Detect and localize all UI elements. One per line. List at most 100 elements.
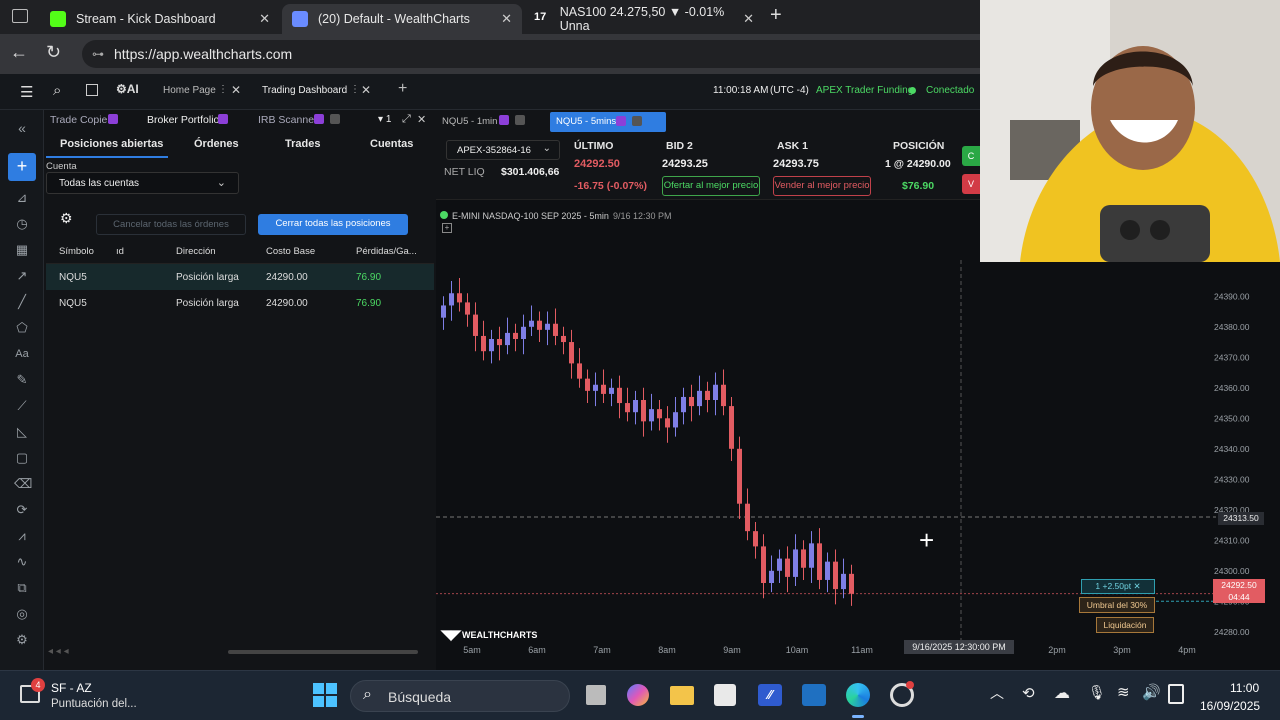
column-header[interactable]: Dirección [176, 246, 216, 257]
gear-icon[interactable]: ⚙ [60, 210, 73, 227]
square-icon[interactable]: ▢ [14, 450, 30, 466]
tab-accounts[interactable]: Cuentas [370, 138, 413, 150]
candle-body [585, 378, 590, 391]
battery-icon[interactable] [1168, 684, 1184, 704]
column-header[interactable]: Símbolo [59, 246, 94, 257]
indicator-icon[interactable]: ⩘ [14, 528, 30, 544]
account-select[interactable]: Todas las cuentas ⌄ [46, 172, 239, 194]
outlook-icon[interactable] [802, 684, 826, 706]
volume-icon[interactable]: 🔊 [1142, 683, 1161, 701]
path-icon[interactable]: ∿ [14, 554, 30, 570]
broker-account[interactable]: APEX Trader Funding [816, 85, 913, 96]
eraser-icon[interactable]: ⌫ [14, 476, 32, 492]
active-tab-indicator [46, 156, 168, 158]
wifi-icon[interactable]: ≋ [1117, 683, 1130, 701]
table-row[interactable]: NQU5 Posición larga 24290.00 76.90 [46, 264, 434, 290]
candle-body [801, 549, 806, 568]
tab-trading-dashboard[interactable]: Trading Dashboard [262, 85, 347, 96]
cloud-icon[interactable]: ☁ [1054, 683, 1070, 703]
chart-icon[interactable]: ⊿ [14, 190, 30, 206]
pencil-icon[interactable]: ✎ [14, 372, 30, 388]
tab-broker-portfolio[interactable]: Broker Portfolio [147, 114, 219, 126]
wealthcharts-logo-icon: ◥◤ [441, 627, 461, 642]
tab-title: Stream - Kick Dashboard [76, 12, 216, 26]
windows-start-icon[interactable] [313, 683, 337, 707]
expand-icon[interactable]: ⤢ [402, 113, 411, 126]
shape-tool-icon[interactable]: ⬠ [14, 320, 30, 336]
tab-trade-copier[interactable]: Trade Copier [50, 114, 111, 126]
target-icon[interactable]: ◎ [14, 606, 30, 622]
chevron-up-icon[interactable]: ︿ [990, 683, 1004, 703]
close-tab-icon[interactable]: ✕ [361, 83, 371, 97]
add-tab-button[interactable]: + [398, 80, 407, 98]
menu-icon[interactable]: ☰ [20, 83, 33, 101]
position-line-tag[interactable]: 1 +2.50pt ✕ [1081, 579, 1155, 594]
tab-menu-icon[interactable]: ⋮ [218, 84, 228, 95]
cycle-icon[interactable]: ⟳ [14, 502, 30, 518]
settings-icon[interactable]: ⚙ [14, 632, 30, 648]
tab-menu-icon[interactable]: ⋮ [350, 84, 360, 95]
search-icon[interactable]: ⌕ [53, 82, 61, 99]
column-header[interactable]: ıd [116, 246, 124, 257]
angle-icon[interactable]: ◺ [14, 424, 30, 440]
collapse-icon[interactable]: « [14, 120, 30, 136]
tab-home-page[interactable]: Home Page [163, 85, 216, 96]
new-tab-button[interactable]: + [770, 4, 782, 27]
layouts-icon[interactable] [86, 84, 98, 96]
tab-orders[interactable]: Órdenes [194, 138, 239, 150]
app-icon[interactable]: ⁄⁄ [758, 684, 782, 706]
taskbar-search-input[interactable]: ⌕ Búsqueda [350, 680, 570, 712]
text-tool-icon[interactable]: Aa [14, 346, 30, 362]
task-view-icon[interactable] [586, 685, 606, 705]
close-tab-icon[interactable]: ✕ [259, 11, 270, 27]
taskbar-time[interactable]: 11:00 [1230, 681, 1259, 695]
scroll-arrows-icon[interactable]: ◂ ◂ ◂ [48, 646, 69, 657]
calendar-icon[interactable]: ▦ [14, 242, 30, 258]
close-tab-icon[interactable]: ✕ [501, 11, 512, 27]
file-explorer-icon[interactable] [670, 686, 694, 705]
browser-tab-wealthcharts[interactable]: (20) Default - WealthCharts ✕ [282, 4, 522, 34]
horizontal-scrollbar[interactable] [228, 650, 418, 654]
close-icon[interactable]: ✕ [417, 113, 426, 126]
tab-actions-icon[interactable] [12, 9, 28, 23]
badge-icon [218, 114, 228, 124]
trend-icon[interactable]: ↗ [14, 268, 30, 284]
tab-title: (20) Default - WealthCharts [318, 12, 470, 26]
url-input[interactable]: ⊶ https://app.wealthcharts.com [82, 40, 980, 68]
edge-icon[interactable] [846, 683, 870, 707]
taskbar-date[interactable]: 16/09/2025 [1200, 699, 1260, 713]
add-tool-button[interactable]: + [8, 153, 36, 181]
copilot-icon[interactable] [627, 684, 649, 706]
line-tool-icon[interactable]: ╱ [14, 294, 30, 310]
column-header[interactable]: Costo Base [266, 246, 315, 257]
tab-open-positions[interactable]: Posiciones abiertas [60, 138, 163, 150]
column-header[interactable]: Pérdidas/Ga... [356, 246, 417, 257]
table-row[interactable]: NQU5 Posición larga 24290.00 76.90 [46, 290, 434, 316]
weather-subtitle[interactable]: Puntuación del... [51, 698, 137, 710]
candle-body [593, 384, 598, 391]
tab-trades[interactable]: Trades [285, 138, 320, 150]
browser-tab-nas100[interactable]: 17 NAS100 24.275,50 ▼ -0.01% Unna ✕ [524, 4, 764, 34]
weather-title[interactable]: SF - AZ [51, 681, 92, 695]
back-icon[interactable]: ← [10, 42, 28, 63]
reload-icon[interactable]: ↻ [46, 42, 61, 63]
cancel-all-orders-button[interactable]: Cancelar todas las órdenes [96, 214, 246, 235]
y-tick-label: 24380.00 [1214, 322, 1250, 332]
close-all-positions-button[interactable]: Cerrar todas las posiciones [258, 214, 408, 235]
site-info-icon[interactable]: ⊶ [92, 40, 104, 68]
sync-icon[interactable]: ⟲ [1022, 684, 1035, 702]
copy-icon[interactable]: ⧉ [14, 580, 30, 596]
ai-icon[interactable]: ⚙AI [116, 82, 139, 96]
clock-icon[interactable]: ◷ [14, 216, 30, 232]
browser-tab-kick[interactable]: Stream - Kick Dashboard ✕ [40, 4, 280, 34]
close-tab-icon[interactable]: ✕ [743, 11, 754, 27]
clock-time: 11:00:18 AM [713, 85, 769, 96]
microphone-icon[interactable]: 🎙 [1088, 684, 1106, 701]
candle-body [617, 387, 622, 404]
ruler-icon[interactable]: ⟋ [14, 398, 30, 414]
x-tick-label: 5am [463, 645, 481, 655]
expand-icon[interactable]: + [442, 223, 452, 233]
store-icon[interactable] [714, 684, 736, 706]
tab-irb-scanner[interactable]: IRB Scanner [258, 114, 318, 126]
close-tab-icon[interactable]: ✕ [231, 83, 241, 97]
